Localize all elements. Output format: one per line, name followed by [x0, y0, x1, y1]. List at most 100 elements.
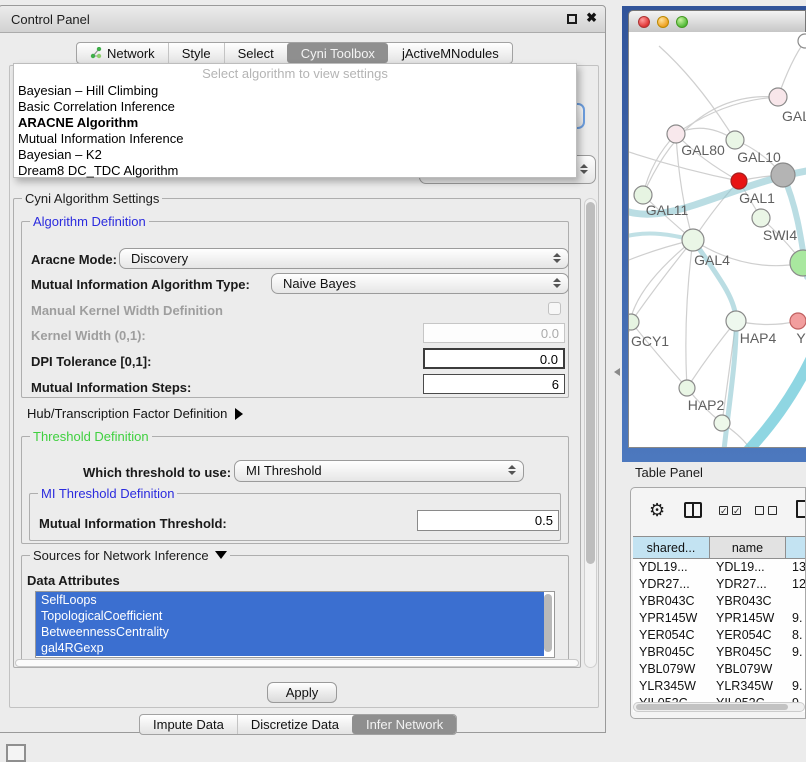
- network-node-gal10[interactable]: [726, 131, 744, 149]
- column-header-2[interactable]: [786, 537, 806, 558]
- menu-item-mutual-information-inference[interactable]: Mutual Information Inference: [14, 131, 576, 147]
- mi-threshold-label: Mutual Information Threshold:: [39, 516, 227, 531]
- menu-item-basic-correlation-inference[interactable]: Basic Correlation Inference: [14, 99, 576, 115]
- table-hscrollbar-thumb[interactable]: [636, 704, 788, 710]
- manual-kernel-checkbox[interactable]: [548, 302, 561, 315]
- table-row[interactable]: YBR045CYBR045C9.: [633, 644, 806, 661]
- float-window-icon[interactable]: [567, 14, 577, 24]
- column-header-name[interactable]: name: [710, 537, 786, 558]
- table-row[interactable]: YLR345WYLR345W9.: [633, 678, 806, 695]
- table-cell: 13: [786, 559, 806, 576]
- kernel-width-label: Kernel Width (0,1):: [31, 328, 146, 343]
- network-edge[interactable]: [686, 240, 693, 388]
- network-canvas[interactable]: GALGAL80GAL10GAL1GAL11SWI4GAL4GCY1HAP4YH…: [628, 32, 806, 448]
- menu-item-dream8-dc-tdc-algorithm[interactable]: Dream8 DC_TDC Algorithm: [14, 163, 576, 179]
- network-edge[interactable]: [631, 322, 687, 388]
- checked-column-icon[interactable]: ✓: [732, 506, 741, 515]
- aracne-mode-combobox[interactable]: Discovery: [119, 248, 569, 269]
- dpi-tolerance-field[interactable]: 0.0: [423, 348, 565, 369]
- table-cell: 9.: [786, 678, 806, 695]
- which-threshold-combobox[interactable]: MI Threshold: [234, 460, 524, 482]
- network-node[interactable]: [771, 163, 795, 187]
- tab-cyni-toolbox[interactable]: Cyni Toolbox: [287, 43, 388, 63]
- table-toolbar: ⚙ ✓ ✓: [631, 498, 805, 528]
- table-row[interactable]: YDR27...YDR27...12: [633, 576, 806, 593]
- network-node-swi4[interactable]: [752, 209, 770, 227]
- network-node-hap2[interactable]: [679, 380, 695, 396]
- settings-hscrollbar[interactable]: [15, 659, 579, 667]
- aracne-mode-value: Discovery: [131, 251, 188, 266]
- menu-item-aracne-algorithm[interactable]: ARACNE Algorithm: [14, 115, 576, 131]
- mi-type-combobox[interactable]: Naive Bayes: [271, 273, 569, 294]
- mi-threshold-field[interactable]: 0.5: [417, 510, 559, 531]
- list-item-topologicalcoefficient[interactable]: TopologicalCoefficient: [36, 608, 544, 624]
- network-edge-highlighted[interactable]: [693, 240, 736, 447]
- node-label: GCY1: [631, 333, 669, 349]
- split-columns-icon[interactable]: [684, 502, 702, 518]
- network-edge[interactable]: [631, 240, 693, 322]
- zoom-traffic-light[interactable]: [676, 16, 688, 28]
- which-threshold-value: MI Threshold: [246, 463, 322, 478]
- network-node-gal1[interactable]: [731, 173, 747, 189]
- tab-jactivemnodules[interactable]: jActiveMNodules: [388, 43, 512, 63]
- minimized-panel-icon[interactable]: [6, 744, 26, 762]
- data-attributes-list[interactable]: SelfLoopsTopologicalCoefficientBetweenne…: [35, 591, 555, 658]
- tab-discretize-data[interactable]: Discretize Data: [237, 715, 352, 734]
- table-row[interactable]: YER054CYER054C8.: [633, 627, 806, 644]
- tab-select[interactable]: Select: [224, 43, 287, 63]
- network-node[interactable]: [798, 34, 806, 48]
- scrollbar-thumb[interactable]: [586, 202, 595, 564]
- network-node-hap4[interactable]: [726, 311, 746, 331]
- network-edge[interactable]: [659, 46, 735, 140]
- close-traffic-light[interactable]: [638, 16, 650, 28]
- table-row[interactable]: YPR145WYPR145W9.: [633, 610, 806, 627]
- menu-item-bayesian-hill-climbing[interactable]: Bayesian – Hill Climbing: [14, 83, 576, 99]
- tab-infer-network[interactable]: Infer Network: [352, 715, 456, 734]
- network-node-y[interactable]: [790, 313, 806, 329]
- unchecked-column-icon[interactable]: [755, 506, 764, 515]
- table-cell: YER054C: [710, 627, 786, 644]
- table-row[interactable]: YDL19...YDL19...13: [633, 559, 806, 576]
- combo-arrows-icon: [553, 253, 561, 263]
- data-attributes-label: Data Attributes: [27, 573, 120, 588]
- hub-definition-expander[interactable]: Hub/Transcription Factor Definition: [27, 406, 243, 421]
- mi-type-value: Naive Bayes: [283, 276, 356, 291]
- network-node-gal[interactable]: [769, 88, 787, 106]
- tab-style[interactable]: Style: [168, 43, 224, 63]
- sources-group-title[interactable]: Sources for Network Inference: [30, 548, 230, 563]
- minimize-traffic-light[interactable]: [657, 16, 669, 28]
- apply-button[interactable]: Apply: [267, 682, 337, 703]
- close-icon[interactable]: ✖: [586, 10, 597, 26]
- dpi-tolerance-label: DPI Tolerance [0,1]:: [31, 354, 151, 369]
- tab-impute-data[interactable]: Impute Data: [140, 715, 237, 734]
- column-header-shared[interactable]: shared...: [633, 537, 710, 558]
- settings-scrollbar[interactable]: [584, 198, 597, 668]
- menu-item-bayesian-k2[interactable]: Bayesian – K2: [14, 147, 576, 163]
- table-cell: YPR145W: [710, 610, 786, 627]
- table-row[interactable]: YBL079WYBL079W: [633, 661, 806, 678]
- list-item-gal4rgexp[interactable]: gal4RGexp: [36, 640, 544, 656]
- node-label: GAL11: [646, 202, 689, 218]
- kernel-width-field[interactable]: 0.0: [423, 323, 565, 343]
- network-node-gcy1[interactable]: [629, 314, 639, 330]
- network-edge-highlighted[interactable]: [745, 357, 806, 447]
- table-hscrollbar[interactable]: [633, 702, 805, 712]
- list-item-betweennesscentrality[interactable]: BetweennessCentrality: [36, 624, 544, 640]
- panel-splitter-handle[interactable]: [614, 368, 620, 376]
- gear-icon[interactable]: ⚙: [649, 500, 665, 521]
- unchecked-column-icon[interactable]: [768, 506, 777, 515]
- mi-steps-field[interactable]: 6: [423, 374, 565, 394]
- tab-network[interactable]: Network: [77, 43, 168, 63]
- network-node-gal4[interactable]: [682, 229, 704, 251]
- list-scrollbar-thumb[interactable]: [544, 594, 552, 652]
- mi-steps-label: Mutual Information Steps:: [31, 380, 191, 395]
- network-node[interactable]: [790, 250, 806, 276]
- network-node-gal80[interactable]: [667, 125, 685, 143]
- checked-column-icon[interactable]: ✓: [719, 506, 728, 515]
- table-row[interactable]: YBR043CYBR043C: [633, 593, 806, 610]
- network-node[interactable]: [714, 415, 730, 431]
- list-item-selfloops[interactable]: SelfLoops: [36, 592, 544, 608]
- node-label: GAL: [782, 108, 806, 124]
- document-icon[interactable]: [796, 500, 806, 518]
- node-label: Y: [796, 330, 806, 346]
